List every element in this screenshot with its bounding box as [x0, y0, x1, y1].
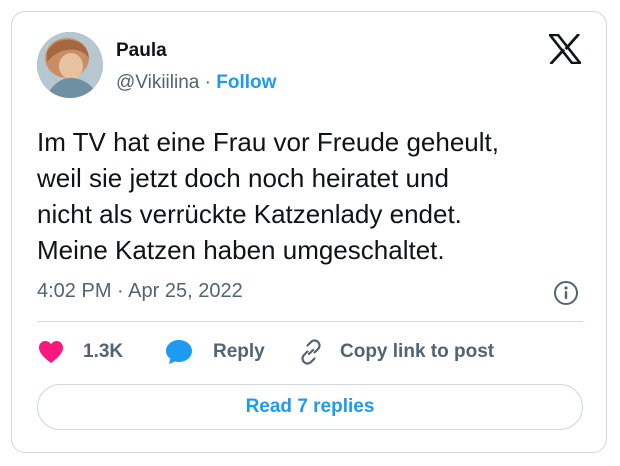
meta-separator: ·	[111, 280, 129, 302]
x-logo-icon[interactable]	[549, 34, 581, 64]
tweet-date: Apr 25, 2022	[128, 280, 243, 302]
author-handle-row: @Vikiilina · Follow	[116, 72, 276, 94]
reply-button[interactable]: Reply	[165, 335, 265, 369]
tweet-card: Paula @Vikiilina · Follow Im TV hat eine…	[11, 11, 607, 453]
tweet-text-line: Im TV hat eine Frau vor Freude geheult,	[37, 127, 499, 157]
author-name[interactable]: Paula	[116, 40, 167, 62]
speech-bubble-icon	[166, 340, 192, 364]
copy-link-label: Copy link to post	[340, 341, 495, 362]
reply-label: Reply	[213, 341, 265, 362]
link-icon	[301, 339, 321, 365]
tweet-timestamp[interactable]: 4:02 PM · Apr 25, 2022	[37, 280, 243, 303]
avatar-photo	[37, 32, 103, 98]
tweet-text: Im TV hat eine Frau vor Freude geheult, …	[37, 124, 592, 268]
handle-separator: ·	[199, 72, 217, 93]
tweet-text-line: weil sie jetzt doch noch heiratet und	[37, 163, 449, 193]
divider	[37, 321, 583, 322]
tweet-text-line: Meine Katzen haben umgeschaltet.	[37, 235, 445, 265]
tweet-text-line: nicht als verrückte Katzenlady endet.	[37, 199, 462, 229]
copy-link-button[interactable]: Copy link to post	[298, 335, 494, 369]
tweet-time: 4:02 PM	[37, 280, 112, 302]
read-replies-button[interactable]: Read 7 replies	[37, 384, 583, 430]
like-button[interactable]: 1.3K	[38, 335, 123, 369]
author-handle[interactable]: @Vikiilina	[116, 72, 199, 93]
info-icon[interactable]	[553, 280, 579, 306]
follow-button[interactable]: Follow	[216, 72, 276, 93]
heart-icon	[39, 341, 63, 363]
avatar[interactable]	[37, 32, 103, 98]
like-count: 1.3K	[83, 341, 124, 362]
